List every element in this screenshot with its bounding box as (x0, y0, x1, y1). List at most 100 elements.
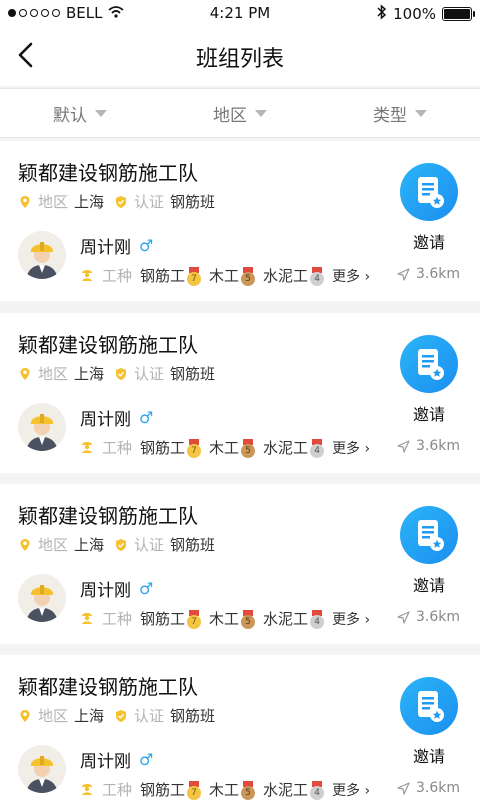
region-value: 上海 (74, 365, 105, 383)
skill-level: 7 (187, 443, 202, 458)
more-label: 更多 (332, 611, 361, 628)
avatar (18, 231, 66, 279)
invite-button[interactable] (400, 506, 458, 564)
skill-item: 水泥工 4 (263, 265, 325, 286)
chevron-right-icon: › (360, 782, 371, 799)
skill-name: 水泥工 (263, 439, 309, 457)
skill-item: 水泥工 4 (263, 608, 325, 629)
region-value: 上海 (74, 707, 105, 725)
region-value: 上海 (74, 193, 105, 211)
invite-label[interactable]: 邀请 (396, 229, 462, 253)
team-name: 颖都建设钢筋施工队 (18, 333, 198, 357)
skill-level: 4 (310, 785, 325, 800)
person-info: 周计刚 ♂ (80, 233, 153, 258)
more-link[interactable]: 更多 › (332, 266, 370, 286)
more-label: 更多 (332, 440, 361, 457)
team-meta: 地区 上海 认证 钢筋班 (18, 705, 215, 726)
skill-level: 7 (187, 271, 202, 286)
status-bar: BELL 4:21 PM 100% (0, 0, 480, 26)
skill-level: 4 (310, 271, 325, 286)
team-card[interactable]: 颖都建设钢筋施工队 地区 上海 认证 钢筋班 周计刚 ♂ 工种 钢筋工 7 木工… (0, 484, 480, 644)
skill-name: 水泥工 (263, 267, 309, 285)
skill-level: 5 (241, 271, 256, 286)
bronze-medal-icon: 5 (241, 780, 256, 800)
skill-name: 钢筋工 (140, 267, 186, 285)
person-info: 周计刚 ♂ (80, 747, 153, 772)
avatar (18, 745, 66, 793)
person-info: 周计刚 ♂ (80, 405, 153, 430)
team-card[interactable]: 颖都建设钢筋施工队 地区 上海 认证 钢筋班 周计刚 ♂ 工种 钢筋工 7 木工… (0, 313, 480, 473)
invite-label[interactable]: 邀请 (396, 572, 462, 596)
gold-medal-icon: 7 (187, 609, 202, 629)
skill-item: 木工 5 (209, 437, 256, 458)
worker-avatar-icon (26, 242, 58, 279)
filter-type[interactable]: 类型 (320, 89, 480, 137)
navigation-arrow-icon (397, 610, 410, 624)
male-gender-icon: ♂ (139, 579, 154, 598)
skill-item: 钢筋工 7 (140, 265, 202, 286)
silver-medal-icon: 4 (310, 438, 325, 458)
worker-icon (80, 267, 94, 285)
person-name: 周计刚 (80, 238, 131, 258)
worker-icon (80, 781, 94, 799)
verified-shield-icon (116, 538, 127, 551)
location-pin-icon (20, 538, 30, 551)
team-name: 颖都建设钢筋施工队 (18, 504, 198, 528)
more-link[interactable]: 更多 › (332, 438, 370, 458)
worker-avatar-icon (26, 585, 58, 622)
invite-label[interactable]: 邀请 (396, 743, 462, 767)
invite-button[interactable] (400, 335, 458, 393)
caret-down-icon (415, 109, 427, 117)
person-name: 周计刚 (80, 410, 131, 430)
team-card[interactable]: 颖都建设钢筋施工队 地区 上海 认证 钢筋班 周计刚 ♂ 工种 钢筋工 7 木工… (0, 655, 480, 800)
more-link[interactable]: 更多 › (332, 780, 370, 800)
filter-region[interactable]: 地区 (160, 89, 320, 137)
avatar (18, 574, 66, 622)
trade-label: 工种 (102, 781, 133, 799)
skill-item: 木工 5 (209, 265, 256, 286)
chevron-right-icon: › (360, 440, 371, 457)
cert-label: 认证 (134, 193, 165, 211)
invite-label[interactable]: 邀请 (396, 401, 462, 425)
caret-down-icon (95, 109, 107, 117)
verified-shield-icon (116, 709, 127, 722)
cert-label: 认证 (134, 365, 165, 383)
chevron-right-icon: › (360, 611, 371, 628)
team-meta: 地区 上海 认证 钢筋班 (18, 191, 215, 212)
team-type: 钢筋班 (170, 365, 216, 383)
distance-value: 3.6km (415, 780, 460, 796)
location-pin-icon (20, 367, 30, 380)
person-name: 周计刚 (80, 752, 131, 772)
skills-row: 工种 钢筋工 7 木工 5 水泥工 4 更多 › (80, 437, 370, 458)
team-card[interactable]: 颖都建设钢筋施工队 地区 上海 认证 钢筋班 周计刚 ♂ 工种 钢筋工 7 木工… (0, 141, 480, 301)
caret-down-icon (255, 109, 267, 117)
silver-medal-icon: 4 (310, 780, 325, 800)
filter-default[interactable]: 默认 (0, 89, 160, 137)
location-pin-icon (20, 195, 30, 208)
invite-button[interactable] (400, 677, 458, 735)
skill-level: 4 (310, 614, 325, 629)
skill-name: 水泥工 (263, 610, 309, 628)
male-gender-icon: ♂ (139, 408, 154, 427)
gold-medal-icon: 7 (187, 780, 202, 800)
person-info: 周计刚 ♂ (80, 576, 153, 601)
distance: 3.6km (397, 266, 460, 282)
invite-button[interactable] (400, 163, 458, 221)
invite-document-icon (418, 349, 444, 380)
region-label: 地区 (38, 193, 69, 211)
skill-name: 木工 (209, 267, 240, 285)
more-link[interactable]: 更多 › (332, 609, 370, 629)
team-meta: 地区 上海 认证 钢筋班 (18, 363, 215, 384)
worker-icon (80, 439, 94, 457)
avatar (18, 403, 66, 451)
page-title: 班组列表 (195, 47, 284, 72)
skill-name: 钢筋工 (140, 439, 186, 457)
team-meta: 地区 上海 认证 钢筋班 (18, 534, 215, 555)
distance-value: 3.6km (415, 266, 460, 282)
battery-percent: 100% (393, 5, 436, 23)
worker-icon (80, 610, 94, 628)
skill-item: 水泥工 4 (263, 437, 325, 458)
skill-item: 木工 5 (209, 608, 256, 629)
invite-document-icon (418, 177, 444, 208)
trade-label: 工种 (102, 439, 133, 457)
